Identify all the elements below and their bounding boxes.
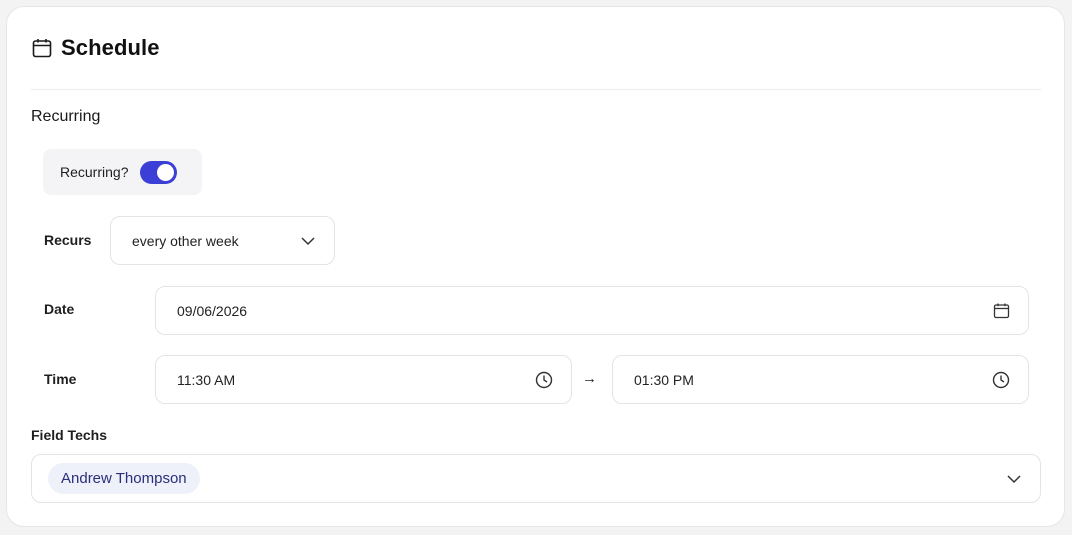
tech-chip[interactable]: Andrew Thompson bbox=[48, 463, 200, 494]
calendar-icon[interactable] bbox=[993, 302, 1010, 319]
recurring-toggle[interactable] bbox=[140, 160, 178, 184]
recurring-toggle-container: Recurring? bbox=[43, 149, 202, 195]
chevron-down-icon bbox=[1006, 471, 1022, 487]
end-time-field[interactable]: 01:30 PM bbox=[612, 355, 1029, 404]
recurring-section-title: Recurring bbox=[31, 108, 101, 125]
end-time-value: 01:30 PM bbox=[634, 371, 694, 388]
card-header: Schedule bbox=[31, 35, 160, 61]
start-time-field[interactable]: 11:30 AM bbox=[155, 355, 572, 404]
page-title: Schedule bbox=[61, 35, 160, 60]
recurs-value: every other week bbox=[132, 232, 239, 249]
date-label: Date bbox=[44, 301, 75, 317]
date-value: 09/06/2026 bbox=[177, 302, 248, 319]
time-range-arrow: → bbox=[582, 370, 597, 387]
time-label: Time bbox=[44, 371, 77, 387]
header-divider bbox=[31, 89, 1041, 90]
toggle-knob bbox=[157, 163, 175, 181]
clock-icon[interactable] bbox=[992, 371, 1010, 389]
recurring-toggle-label: Recurring? bbox=[60, 164, 129, 180]
field-techs-select[interactable]: Andrew Thompson bbox=[31, 454, 1041, 503]
chevron-down-icon bbox=[300, 233, 316, 249]
date-field[interactable]: 09/06/2026 bbox=[155, 286, 1029, 335]
recurs-label: Recurs bbox=[44, 232, 92, 248]
schedule-card: Schedule Recurring Recurring? Recurs eve… bbox=[6, 6, 1065, 527]
calendar-icon bbox=[31, 37, 53, 59]
field-techs-label: Field Techs bbox=[31, 427, 107, 443]
start-time-value: 11:30 AM bbox=[177, 371, 236, 388]
clock-icon[interactable] bbox=[535, 371, 553, 389]
recurs-select[interactable]: every other week bbox=[110, 216, 335, 265]
field-techs-chips: Andrew Thompson bbox=[48, 463, 1006, 494]
